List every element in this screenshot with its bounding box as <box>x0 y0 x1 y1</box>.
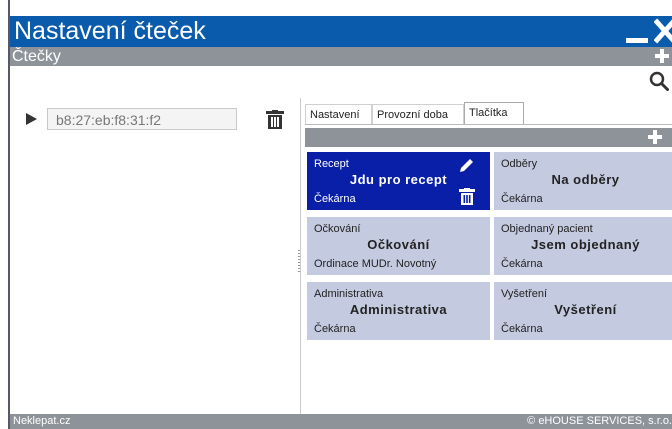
tab-underline <box>305 124 672 125</box>
button-category: Vyšetření <box>501 288 548 300</box>
button-category: Administrativa <box>314 288 384 300</box>
button-card[interactable]: Administrativa Administrativa Čekárna <box>307 282 490 340</box>
button-name: Očkování <box>367 237 430 252</box>
add-reader-icon[interactable] <box>655 49 669 63</box>
button-location: Čekárna <box>314 193 356 205</box>
window-title: Nastavení čteček <box>14 17 206 45</box>
button-card[interactable]: Recept Jdu pro recept Čekárna <box>307 152 490 210</box>
add-button-icon[interactable] <box>648 130 662 144</box>
button-location: Čekárna <box>501 323 543 335</box>
tab-bar: Nastavení Provozní doba Tlačítka <box>305 102 672 125</box>
section-header: Čtečky <box>10 47 672 66</box>
trash-icon[interactable] <box>266 110 284 129</box>
button-name: Vyšetření <box>554 302 617 317</box>
tab-operating-hours[interactable]: Provozní doba <box>372 104 464 124</box>
button-name: Jsem objednaný <box>531 237 640 252</box>
button-card[interactable]: Objednaný pacient Jsem objednaný Čekárna <box>494 217 672 275</box>
button-card[interactable]: Odběry Na odběry Čekárna <box>494 152 672 210</box>
plus-icon-v <box>653 130 657 144</box>
button-category: Odběry <box>501 158 538 170</box>
button-category: Recept <box>314 158 349 170</box>
button-card[interactable]: Očkování Očkování Ordinace MUDr. Novotný <box>307 217 490 275</box>
footer-brand[interactable]: Neklepat.cz <box>13 414 70 429</box>
close-icon[interactable] <box>654 18 672 44</box>
button-location: Čekárna <box>501 193 543 205</box>
reader-mac-field[interactable]: b8:27:eb:f8:31:f2 <box>47 108 237 130</box>
minimize-icon[interactable] <box>626 38 648 43</box>
button-category: Očkování <box>314 223 361 235</box>
button-location: Čekárna <box>501 258 543 270</box>
button-location: Čekárna <box>314 323 356 335</box>
button-category: Objednaný pacient <box>501 223 593 235</box>
tab-buttons[interactable]: Tlačítka <box>464 102 524 125</box>
button-location: Ordinace MUDr. Novotný <box>314 258 437 270</box>
panel-divider <box>300 98 301 414</box>
pencil-icon[interactable] <box>457 157 475 175</box>
buttons-header <box>305 128 672 147</box>
search-icon[interactable] <box>649 71 669 91</box>
reader-row: b8:27:eb:f8:31:f2 <box>24 108 294 132</box>
button-name: Na odběry <box>551 172 620 187</box>
footer-copyright: © eHOUSE SERVICES, s.r.o. <box>527 415 672 427</box>
plus-icon-v <box>660 49 664 63</box>
status-bar: Neklepat.cz © eHOUSE SERVICES, s.r.o. <box>10 414 672 429</box>
trash-icon[interactable] <box>459 188 475 205</box>
splitter-handle[interactable] <box>298 250 300 274</box>
title-bar: Nastavení čteček <box>10 16 672 47</box>
play-icon[interactable] <box>26 113 37 125</box>
tab-settings[interactable]: Nastavení <box>305 104 372 124</box>
section-title: Čtečky <box>12 48 61 65</box>
button-card[interactable]: Vyšetření Vyšetření Čekárna <box>494 282 672 340</box>
button-name: Administrativa <box>349 302 448 317</box>
